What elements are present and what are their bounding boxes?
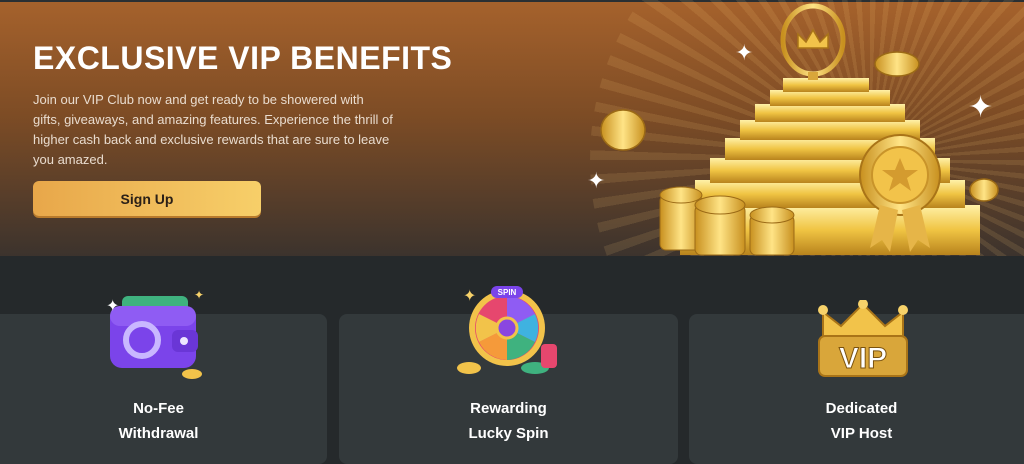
vip-badge: VIP bbox=[839, 342, 887, 375]
benefit-title: Rewarding Lucky Spin bbox=[468, 400, 549, 442]
vip-crown-icon: VIP bbox=[818, 300, 908, 377]
benefit-card-lucky-spin: SPIN ✦ Rewarding Lucky Spin bbox=[339, 286, 678, 464]
sparkle-icon: ✦ bbox=[463, 288, 477, 305]
vip-hero-banner: EXCLUSIVE VIP BENEFITS Join our VIP Club… bbox=[0, 0, 1024, 256]
gold-pyramid-illustration bbox=[600, 3, 999, 256]
benefit-title: No-Fee Withdrawal bbox=[118, 400, 199, 442]
hero-description: Join our VIP Club now and get ready to b… bbox=[33, 92, 393, 167]
hero-title: EXCLUSIVE VIP BENEFITS bbox=[33, 40, 453, 76]
benefit-card-no-fee-withdrawal: ✦ ✦ No-Fee Withdrawal bbox=[0, 288, 327, 464]
benefit-card-vip-host: VIP Dedicated VIP Host bbox=[689, 300, 1024, 464]
spin-badge: SPIN bbox=[498, 288, 517, 297]
sign-up-button[interactable]: Sign Up bbox=[33, 181, 261, 216]
sparkle-icon: ✦ bbox=[106, 298, 120, 315]
sparkle-icon: ✦ bbox=[735, 40, 754, 65]
sparkle-icon: ✦ bbox=[194, 288, 205, 302]
benefit-title: Dedicated VIP Host bbox=[825, 400, 898, 442]
sparkle-icon: ✦ bbox=[968, 91, 994, 124]
sparkle-icon: ✦ bbox=[587, 168, 606, 193]
